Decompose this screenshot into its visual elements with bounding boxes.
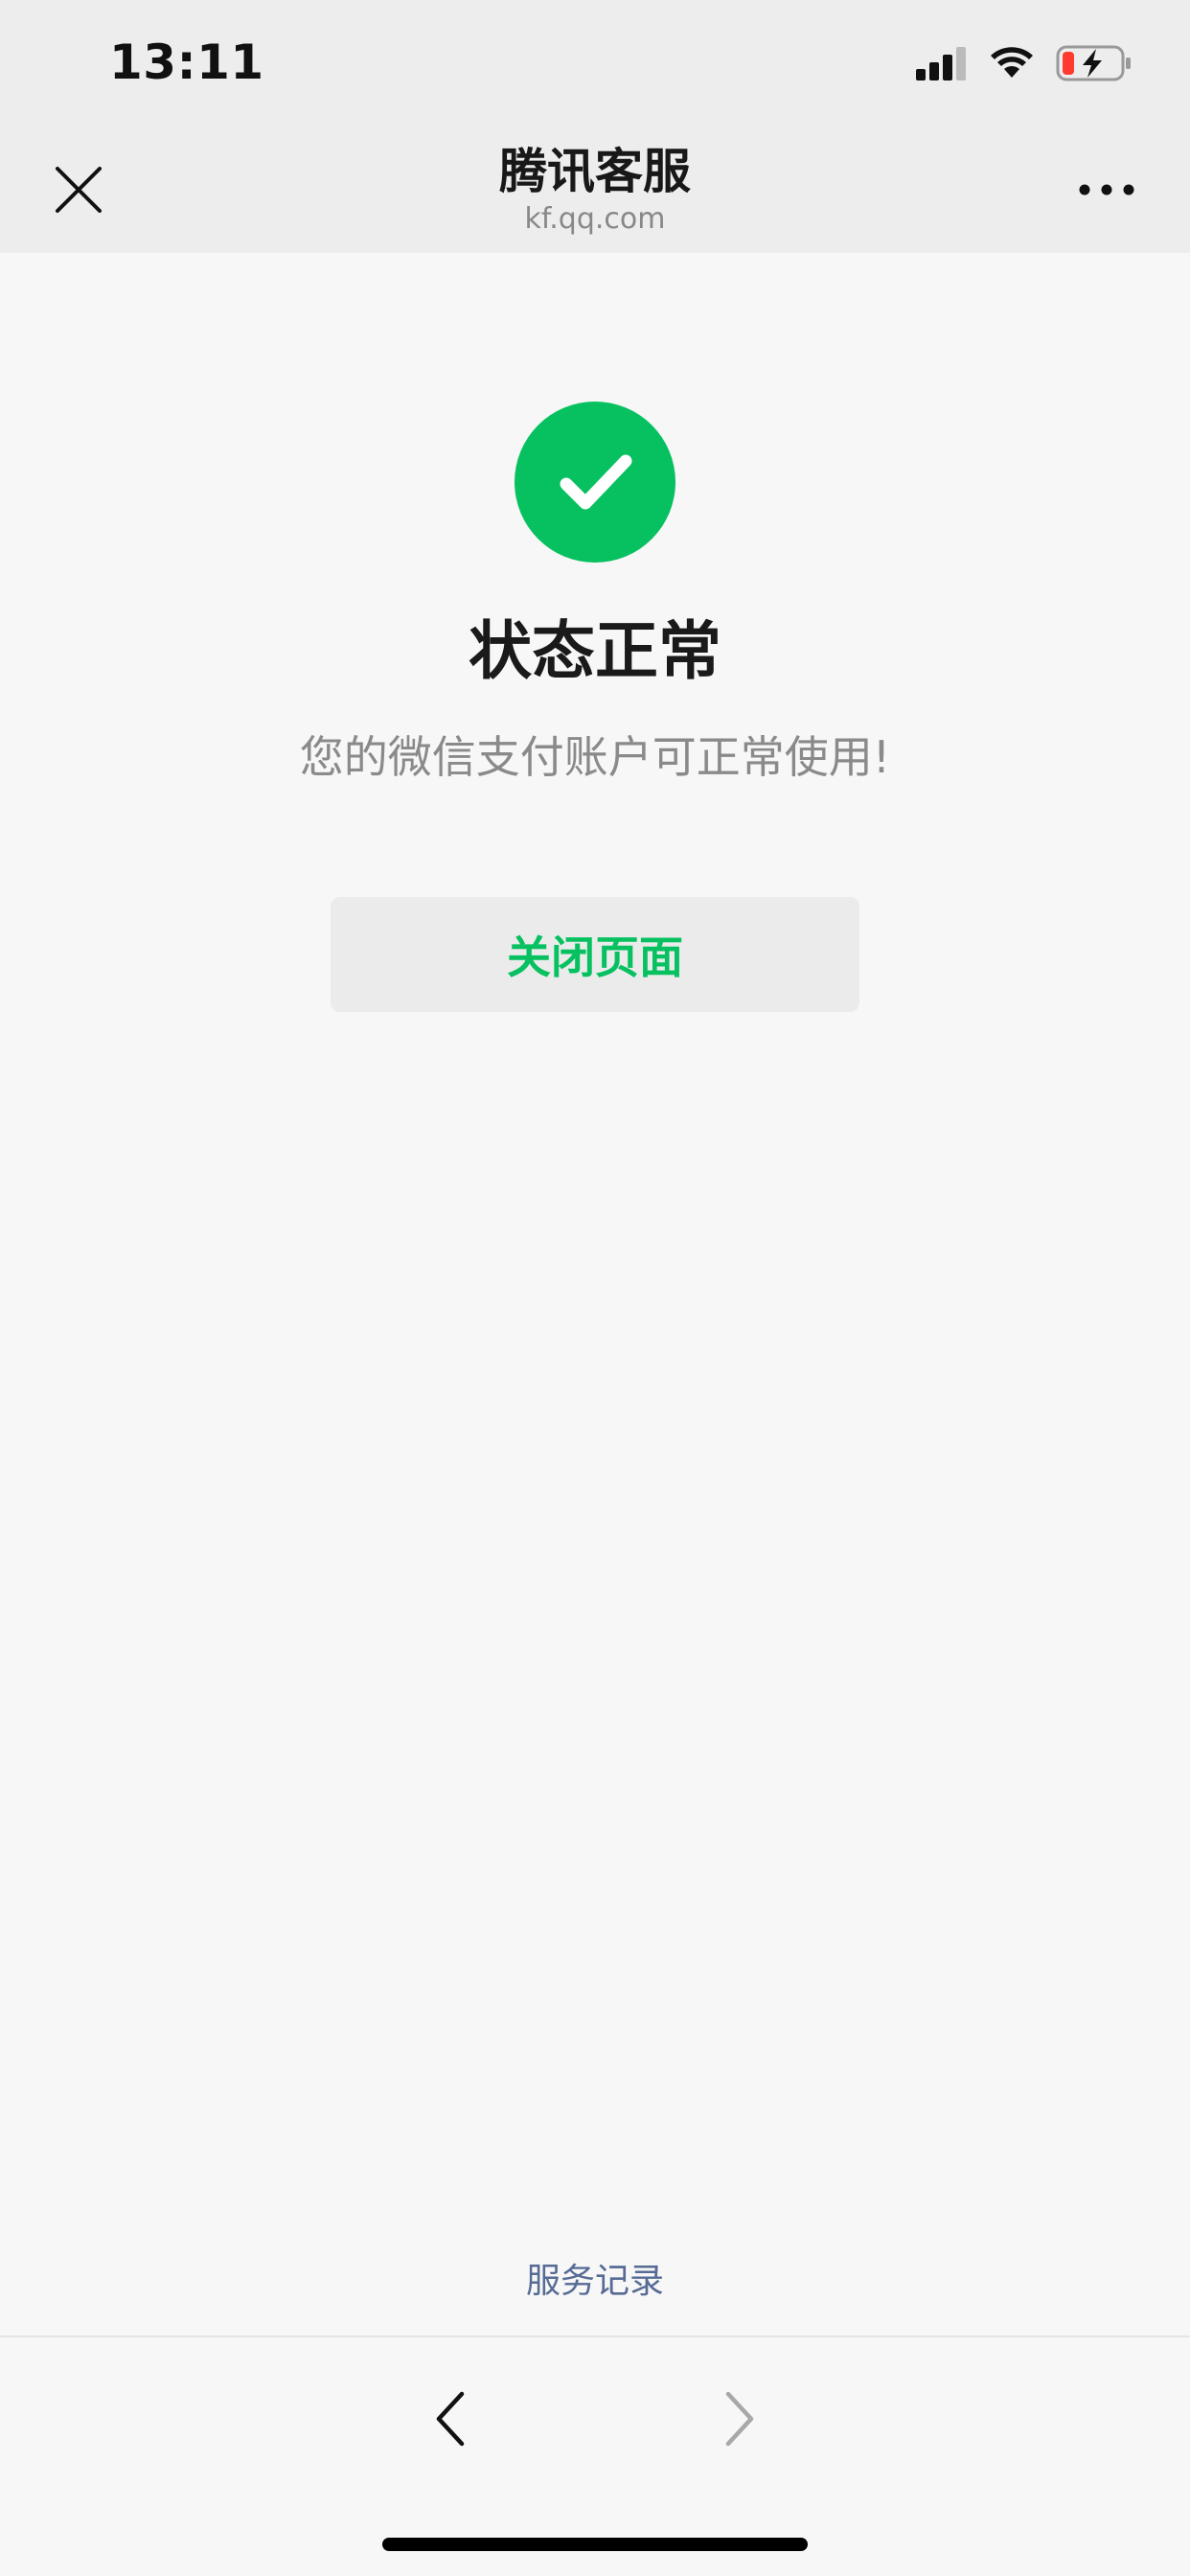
success-check-icon xyxy=(515,402,675,563)
status-title: 状态正常 xyxy=(469,614,721,688)
forward-button[interactable] xyxy=(711,2380,768,2457)
nav-title-block: 腾讯客服 kf.qq.com xyxy=(0,142,1190,238)
chevron-left-icon xyxy=(436,2391,465,2447)
back-button[interactable] xyxy=(422,2380,479,2457)
page-title: 腾讯客服 xyxy=(499,144,691,199)
page-domain: kf.qq.com xyxy=(524,202,666,236)
home-indicator[interactable] xyxy=(382,2538,808,2551)
more-button[interactable] xyxy=(1073,171,1140,209)
top-bar: 13:11 腾讯客服 kf.qq.com xyxy=(0,0,1190,253)
service-records-link[interactable]: 服务记录 xyxy=(0,2258,1190,2306)
battery-charging-icon xyxy=(1056,44,1133,86)
wifi-icon xyxy=(989,46,1035,84)
more-icon xyxy=(1079,184,1134,196)
status-description: 您的微信支付账户可正常使用! xyxy=(299,731,891,783)
chevron-right-icon xyxy=(725,2391,754,2447)
status-icons xyxy=(916,42,1133,88)
status-time: 13:11 xyxy=(109,34,264,90)
cellular-signal-icon xyxy=(916,46,968,84)
close-page-button[interactable]: 关闭页面 xyxy=(331,897,859,1012)
screen: 13:11 腾讯客服 kf.qq.com 状态正常 您的微信支付账户可正常使用!… xyxy=(0,0,1190,2576)
